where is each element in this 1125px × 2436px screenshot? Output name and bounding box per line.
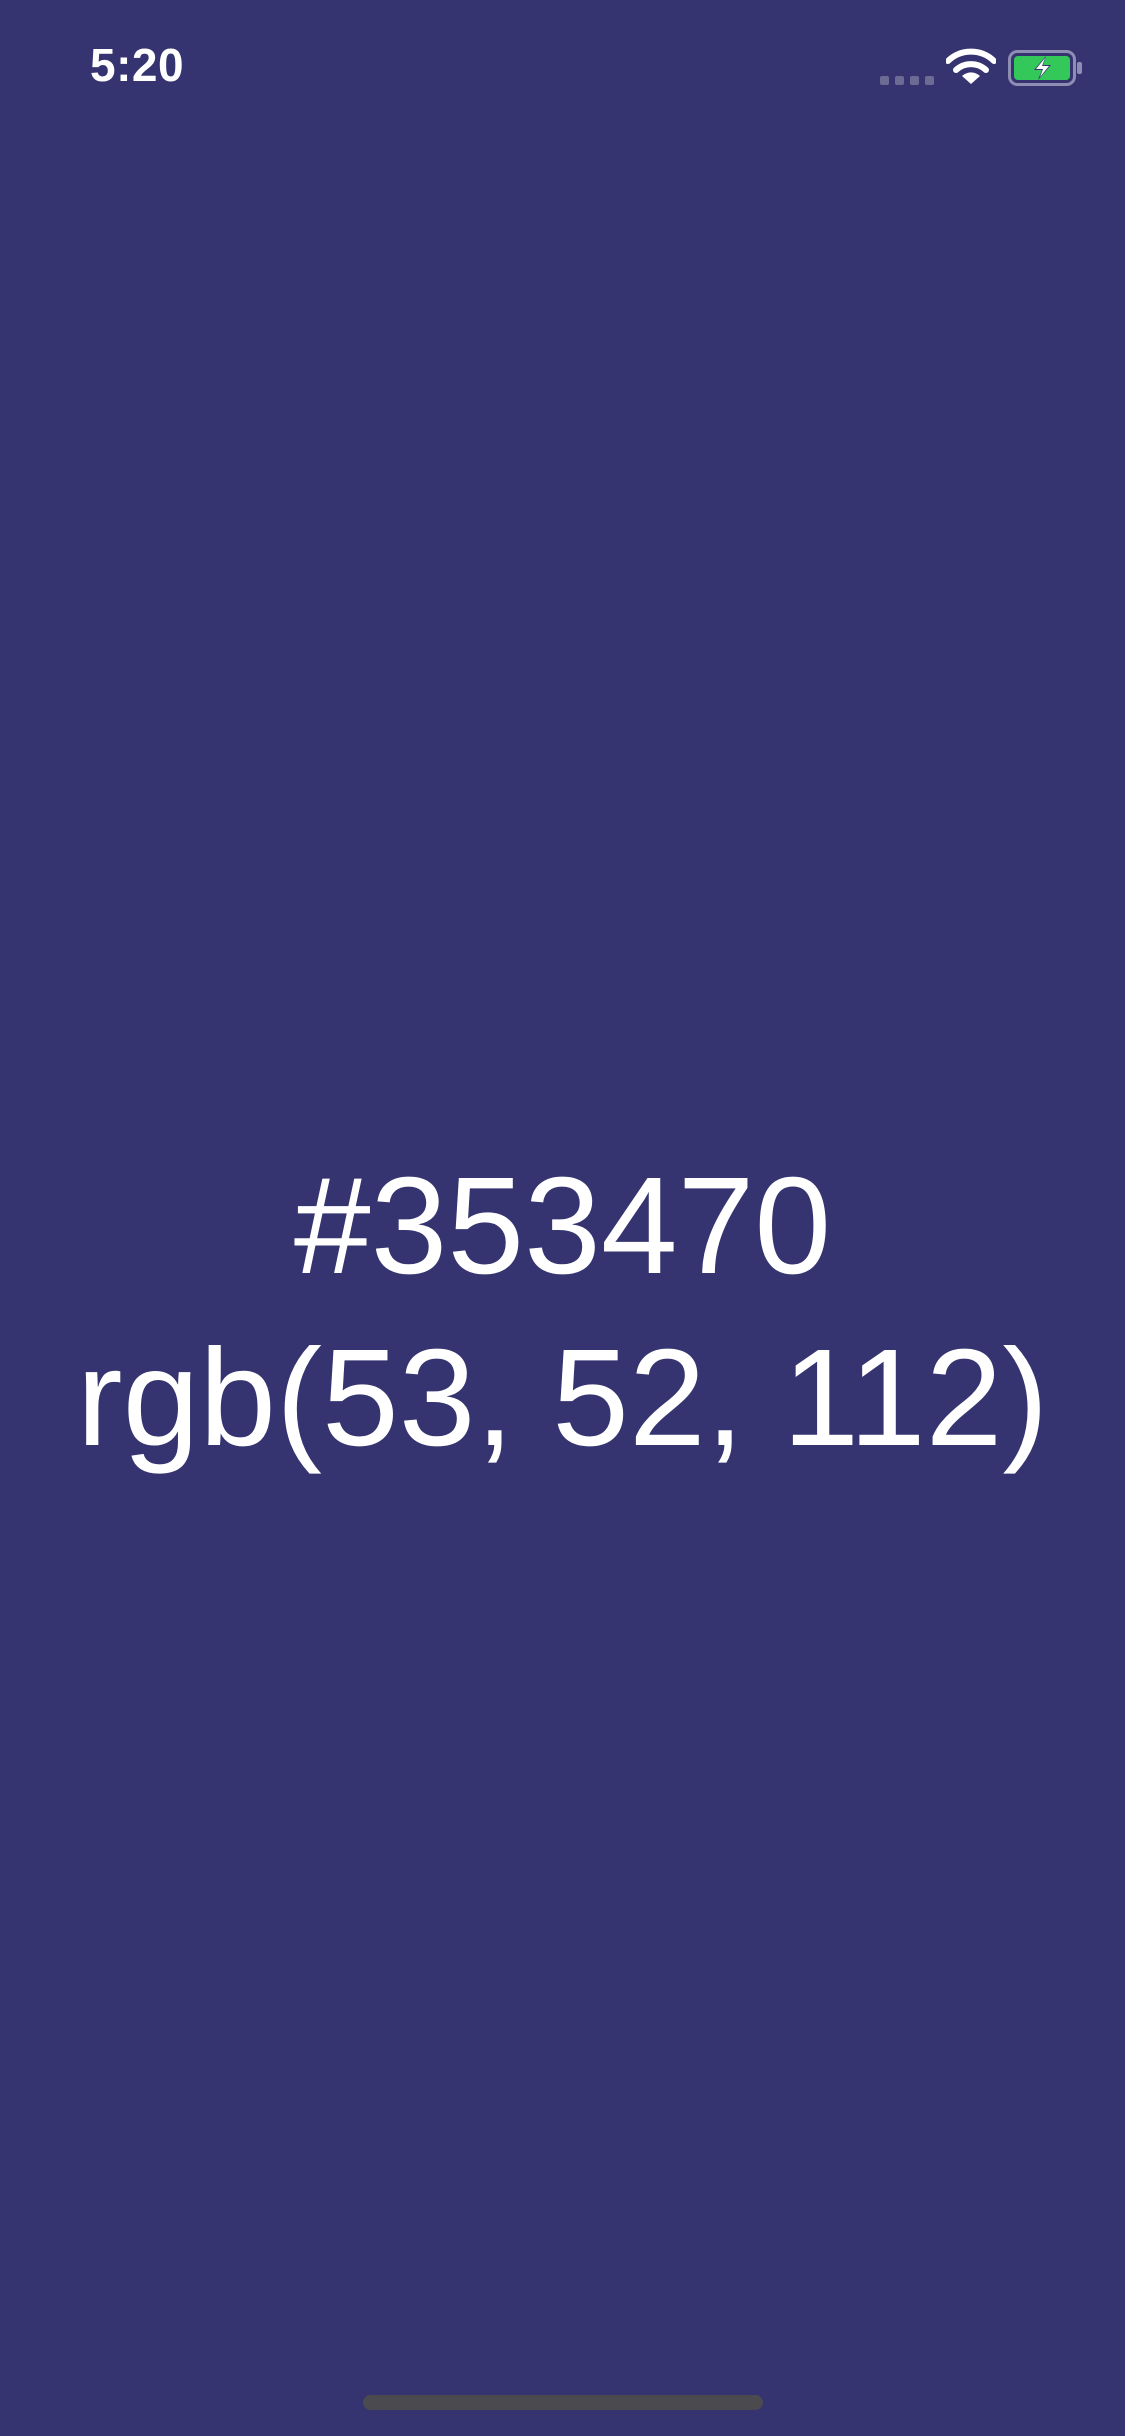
wifi-icon (946, 48, 996, 84)
hex-value: #353470 (293, 1149, 832, 1303)
signal-icon (880, 76, 934, 85)
color-screen: 5:20 #353470 rgb(53, 52, 112) (0, 0, 1125, 2436)
status-time: 5:20 (90, 39, 185, 91)
rgb-value: rgb(53, 52, 112) (76, 1321, 1049, 1475)
color-readout: #353470 rgb(53, 52, 112) (0, 1140, 1125, 1484)
battery-charging-icon (1008, 50, 1082, 86)
home-indicator[interactable] (363, 2395, 763, 2410)
status-bar: 5:20 (0, 0, 1125, 132)
